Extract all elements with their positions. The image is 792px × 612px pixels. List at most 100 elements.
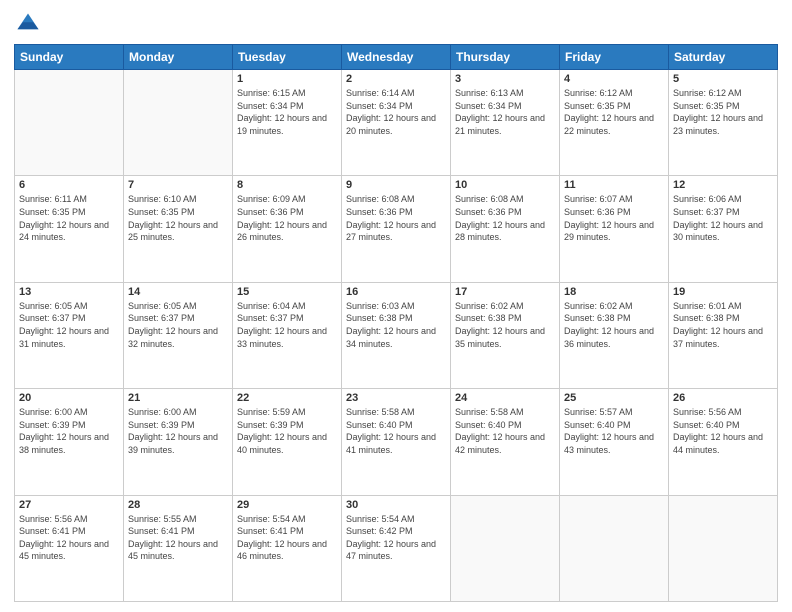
logo-icon [14,10,42,38]
day-number: 4 [564,73,664,85]
day-info: Sunrise: 6:05 AM Sunset: 6:37 PM Dayligh… [19,300,119,350]
day-number: 20 [19,392,119,404]
day-number: 7 [128,179,228,191]
calendar-cell: 23Sunrise: 5:58 AM Sunset: 6:40 PM Dayli… [342,389,451,495]
day-number: 29 [237,499,337,511]
day-info: Sunrise: 6:13 AM Sunset: 6:34 PM Dayligh… [455,87,555,137]
day-info: Sunrise: 6:02 AM Sunset: 6:38 PM Dayligh… [455,300,555,350]
day-info: Sunrise: 5:56 AM Sunset: 6:40 PM Dayligh… [673,406,773,456]
day-number: 11 [564,179,664,191]
header [14,10,778,38]
day-number: 12 [673,179,773,191]
calendar-cell: 24 Sunrise: 5:58 AM Sunset: 6:40 PM Dayli… [451,389,560,495]
calendar-week-row: 27Sunrise: 5:56 AM Sunset: 6:41 PM Dayli… [15,495,778,601]
day-info: Sunrise: 6:10 AM Sunset: 6:35 PM Dayligh… [128,193,228,243]
calendar-cell: 11 Sunrise: 6:07 AM Sunset: 6:36 PM Dayli… [560,176,669,282]
day-info: Sunrise: 5:57 AM Sunset: 6:40 PM Dayligh… [564,406,664,456]
day-number: 23 [346,392,446,404]
day-info: Sunrise: 6:12 AM Sunset: 6:35 PM Dayligh… [564,87,664,137]
day-number: 18 [564,286,664,298]
calendar-cell: 9 Sunrise: 6:08 AM Sunset: 6:36 PM Daylig… [342,176,451,282]
day-info: Sunrise: 6:08 AM Sunset: 6:36 PM Dayligh… [455,193,555,243]
calendar-cell: 29 Sunrise: 5:54 AM Sunset: 6:41 PM Dayli… [233,495,342,601]
day-info: Sunrise: 6:09 AM Sunset: 6:36 PM Dayligh… [237,193,337,243]
calendar-week-row: 20 Sunrise: 6:00 AM Sunset: 6:39 PM Dayli… [15,389,778,495]
day-number: 8 [237,179,337,191]
calendar-cell: 6 Sunrise: 6:11 AM Sunset: 6:35 PM Daylig… [15,176,124,282]
day-number: 2 [346,73,446,85]
day-info: Sunrise: 5:58 AM Sunset: 6:40 PM Dayligh… [455,406,555,456]
calendar-cell: 28 Sunrise: 5:55 AM Sunset: 6:41 PM Dayli… [124,495,233,601]
day-info: Sunrise: 6:08 AM Sunset: 6:36 PM Dayligh… [346,193,446,243]
calendar-header-row: SundayMondayTuesdayWednesdayThursdayFrid… [15,45,778,70]
calendar-cell: 21 Sunrise: 6:00 AM Sunset: 6:39 PM Dayli… [124,389,233,495]
day-number: 14 [128,286,228,298]
calendar-cell: 3 Sunrise: 6:13 AM Sunset: 6:34 PM Daylig… [451,70,560,176]
calendar-cell: 22 Sunrise: 5:59 AM Sunset: 6:39 PM Dayli… [233,389,342,495]
day-number: 3 [455,73,555,85]
calendar-cell: 27Sunrise: 5:56 AM Sunset: 6:41 PM Dayli… [15,495,124,601]
day-number: 10 [455,179,555,191]
calendar-cell: 26 Sunrise: 5:56 AM Sunset: 6:40 PM Dayli… [669,389,778,495]
calendar-week-row: 6 Sunrise: 6:11 AM Sunset: 6:35 PM Daylig… [15,176,778,282]
calendar-cell [124,70,233,176]
day-info: Sunrise: 6:14 AM Sunset: 6:34 PM Dayligh… [346,87,446,137]
calendar-weekday-saturday: Saturday [669,45,778,70]
calendar-cell [15,70,124,176]
day-number: 9 [346,179,446,191]
calendar-cell: 12 Sunrise: 6:06 AM Sunset: 6:37 PM Dayli… [669,176,778,282]
day-info: Sunrise: 5:54 AM Sunset: 6:41 PM Dayligh… [237,513,337,563]
day-number: 6 [19,179,119,191]
calendar-cell: 13 Sunrise: 6:05 AM Sunset: 6:37 PM Dayli… [15,282,124,388]
calendar-weekday-monday: Monday [124,45,233,70]
calendar-cell: 30Sunrise: 5:54 AM Sunset: 6:42 PM Dayli… [342,495,451,601]
calendar-cell: 15 Sunrise: 6:04 AM Sunset: 6:37 PM Dayli… [233,282,342,388]
day-number: 19 [673,286,773,298]
calendar-week-row: 1 Sunrise: 6:15 AM Sunset: 6:34 PM Daylig… [15,70,778,176]
day-number: 22 [237,392,337,404]
day-number: 15 [237,286,337,298]
day-info: Sunrise: 6:05 AM Sunset: 6:37 PM Dayligh… [128,300,228,350]
calendar-cell: 8 Sunrise: 6:09 AM Sunset: 6:36 PM Daylig… [233,176,342,282]
logo [14,10,46,38]
calendar-cell [669,495,778,601]
day-info: Sunrise: 6:02 AM Sunset: 6:38 PM Dayligh… [564,300,664,350]
calendar-weekday-wednesday: Wednesday [342,45,451,70]
day-info: Sunrise: 5:59 AM Sunset: 6:39 PM Dayligh… [237,406,337,456]
calendar-weekday-tuesday: Tuesday [233,45,342,70]
day-info: Sunrise: 6:12 AM Sunset: 6:35 PM Dayligh… [673,87,773,137]
calendar-cell: 14 Sunrise: 6:05 AM Sunset: 6:37 PM Dayli… [124,282,233,388]
day-number: 28 [128,499,228,511]
day-number: 1 [237,73,337,85]
day-info: Sunrise: 6:00 AM Sunset: 6:39 PM Dayligh… [19,406,119,456]
calendar-cell: 1 Sunrise: 6:15 AM Sunset: 6:34 PM Daylig… [233,70,342,176]
calendar-weekday-friday: Friday [560,45,669,70]
day-number: 25 [564,392,664,404]
calendar-cell: 17Sunrise: 6:02 AM Sunset: 6:38 PM Dayli… [451,282,560,388]
day-info: Sunrise: 5:55 AM Sunset: 6:41 PM Dayligh… [128,513,228,563]
calendar-week-row: 13 Sunrise: 6:05 AM Sunset: 6:37 PM Dayli… [15,282,778,388]
day-number: 5 [673,73,773,85]
day-info: Sunrise: 6:15 AM Sunset: 6:34 PM Dayligh… [237,87,337,137]
calendar-cell: 7 Sunrise: 6:10 AM Sunset: 6:35 PM Daylig… [124,176,233,282]
day-number: 27 [19,499,119,511]
calendar-cell: 5 Sunrise: 6:12 AM Sunset: 6:35 PM Daylig… [669,70,778,176]
day-info: Sunrise: 6:07 AM Sunset: 6:36 PM Dayligh… [564,193,664,243]
day-info: Sunrise: 6:11 AM Sunset: 6:35 PM Dayligh… [19,193,119,243]
calendar-cell [560,495,669,601]
calendar-cell: 25 Sunrise: 5:57 AM Sunset: 6:40 PM Dayli… [560,389,669,495]
day-info: Sunrise: 6:06 AM Sunset: 6:37 PM Dayligh… [673,193,773,243]
calendar-weekday-thursday: Thursday [451,45,560,70]
calendar-cell [451,495,560,601]
calendar-weekday-sunday: Sunday [15,45,124,70]
calendar-cell: 2 Sunrise: 6:14 AM Sunset: 6:34 PM Daylig… [342,70,451,176]
day-number: 16 [346,286,446,298]
day-number: 13 [19,286,119,298]
day-number: 21 [128,392,228,404]
day-number: 24 [455,392,555,404]
day-info: Sunrise: 6:04 AM Sunset: 6:37 PM Dayligh… [237,300,337,350]
day-info: Sunrise: 6:00 AM Sunset: 6:39 PM Dayligh… [128,406,228,456]
calendar-cell: 16Sunrise: 6:03 AM Sunset: 6:38 PM Dayli… [342,282,451,388]
calendar-table: SundayMondayTuesdayWednesdayThursdayFrid… [14,44,778,602]
day-number: 26 [673,392,773,404]
